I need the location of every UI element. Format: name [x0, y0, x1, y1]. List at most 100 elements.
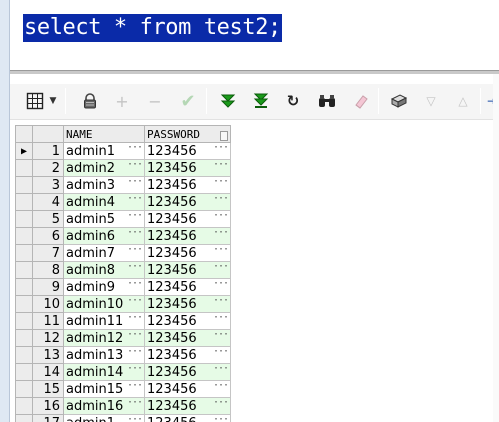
cell-name[interactable]: admin3 ···: [63, 176, 145, 194]
cell-ellipsis-button[interactable]: ···: [213, 280, 229, 293]
sql-editor[interactable]: select * from test2;: [0, 0, 499, 72]
row-indicator[interactable]: [15, 312, 33, 330]
cell-ellipsis-button[interactable]: ···: [127, 297, 143, 310]
cell-ellipsis-button[interactable]: ···: [213, 246, 229, 259]
cell-password[interactable]: 123456 ···: [144, 244, 231, 262]
cell-ellipsis-button[interactable]: ···: [127, 263, 143, 276]
cell-ellipsis-button[interactable]: ···: [213, 161, 229, 174]
cell-password[interactable]: 123456 ···: [144, 159, 231, 177]
row-indicator[interactable]: [15, 380, 33, 398]
table-row[interactable]: 15 admin15 ··· 123456 ···: [15, 380, 231, 398]
row-indicator[interactable]: ▶: [15, 142, 33, 160]
column-resize-handle[interactable]: [220, 130, 228, 141]
cell-ellipsis-button[interactable]: ···: [127, 212, 143, 225]
table-row[interactable]: 6 admin6 ··· 123456 ···: [15, 227, 231, 245]
cell-password[interactable]: 123456 ···: [144, 278, 231, 296]
cell-password[interactable]: 123456 ···: [144, 142, 231, 160]
cell-ellipsis-button[interactable]: ···: [213, 195, 229, 208]
cell-ellipsis-button[interactable]: ···: [213, 144, 229, 157]
cell-name[interactable]: admin10 ···: [63, 295, 145, 313]
cell-name[interactable]: admin5 ···: [63, 210, 145, 228]
cell-ellipsis-button[interactable]: ···: [127, 365, 143, 378]
row-indicator[interactable]: [15, 176, 33, 194]
cell-ellipsis-button[interactable]: ···: [213, 297, 229, 310]
cell-ellipsis-button[interactable]: ···: [127, 331, 143, 344]
cell-ellipsis-button[interactable]: ···: [127, 161, 143, 174]
cell-ellipsis-button[interactable]: ···: [213, 416, 229, 422]
grid-corner-cell[interactable]: [15, 125, 33, 143]
cell-ellipsis-button[interactable]: ···: [127, 280, 143, 293]
table-row[interactable]: 16 admin16 ··· 123456 ···: [15, 397, 231, 415]
cell-password[interactable]: 123456 ···: [144, 346, 231, 364]
cell-password[interactable]: 123456 ···: [144, 295, 231, 313]
fetch-all-icon[interactable]: [250, 90, 272, 112]
plus-icon[interactable]: +: [111, 90, 133, 112]
table-row[interactable]: 12 admin12 ··· 123456 ···: [15, 329, 231, 347]
cell-ellipsis-button[interactable]: ···: [213, 212, 229, 225]
cell-name[interactable]: admin7 ···: [63, 244, 145, 262]
cell-ellipsis-button[interactable]: ···: [127, 399, 143, 412]
cell-ellipsis-button[interactable]: ···: [213, 365, 229, 378]
cell-ellipsis-button[interactable]: ···: [213, 382, 229, 395]
cell-ellipsis-button[interactable]: ···: [127, 416, 143, 422]
cell-ellipsis-button[interactable]: ···: [127, 229, 143, 242]
row-indicator[interactable]: [15, 414, 33, 422]
cell-password[interactable]: 123456 ···: [144, 329, 231, 347]
cell-name[interactable]: admin15 ···: [63, 380, 145, 398]
cell-name[interactable]: admin1 ···: [63, 414, 145, 422]
cell-ellipsis-button[interactable]: ···: [127, 246, 143, 259]
cell-ellipsis-button[interactable]: ···: [127, 382, 143, 395]
cell-password[interactable]: 123456 ···: [144, 312, 231, 330]
cell-name[interactable]: admin14 ···: [63, 363, 145, 381]
column-header-name[interactable]: NAME: [63, 125, 145, 143]
cell-password[interactable]: 123456 ···: [144, 176, 231, 194]
eraser-icon[interactable]: [350, 90, 372, 112]
cell-password[interactable]: 123456 ···: [144, 363, 231, 381]
row-indicator[interactable]: [15, 278, 33, 296]
cell-ellipsis-button[interactable]: ···: [213, 348, 229, 361]
cell-ellipsis-button[interactable]: ···: [213, 229, 229, 242]
table-row[interactable]: 3 admin3 ··· 123456 ···: [15, 176, 231, 194]
row-indicator[interactable]: [15, 363, 33, 381]
table-row[interactable]: 10 admin10 ··· 123456 ···: [15, 295, 231, 313]
row-indicator[interactable]: [15, 397, 33, 415]
check-icon[interactable]: ✔: [177, 90, 199, 112]
table-row[interactable]: 17admin1 ··· 123456 ···: [15, 414, 231, 422]
row-indicator[interactable]: [15, 193, 33, 211]
grid-scrollbar[interactable]: [493, 74, 499, 422]
cell-name[interactable]: admin8 ···: [63, 261, 145, 279]
row-indicator[interactable]: [15, 244, 33, 262]
row-indicator[interactable]: [15, 346, 33, 364]
row-indicator[interactable]: [15, 295, 33, 313]
cell-ellipsis-button[interactable]: ···: [127, 314, 143, 327]
cell-ellipsis-button[interactable]: ···: [127, 178, 143, 191]
cell-password[interactable]: 123456 ···: [144, 193, 231, 211]
lock-icon[interactable]: [79, 90, 101, 112]
arrow-down-icon[interactable]: ▽: [420, 90, 442, 112]
cell-ellipsis-button[interactable]: ···: [127, 144, 143, 157]
table-row[interactable]: 8 admin8 ··· 123456 ···: [15, 261, 231, 279]
cell-ellipsis-button[interactable]: ···: [213, 399, 229, 412]
cell-name[interactable]: admin1 ···: [63, 142, 145, 160]
cell-name[interactable]: admin12 ···: [63, 329, 145, 347]
table-row[interactable]: 13 admin13 ··· 123456 ···: [15, 346, 231, 364]
cell-password[interactable]: 123456 ···: [144, 397, 231, 415]
table-row[interactable]: 11 admin11 ··· 123456 ···: [15, 312, 231, 330]
sql-query-text[interactable]: select * from test2;: [23, 14, 282, 42]
minus-icon[interactable]: −: [144, 90, 166, 112]
table-row[interactable]: 14 admin14 ··· 123456 ···: [15, 363, 231, 381]
dropdown-arrow-icon[interactable]: ▼: [47, 90, 59, 112]
table-row[interactable]: 7 admin7 ··· 123456 ···: [15, 244, 231, 262]
cell-ellipsis-button[interactable]: ···: [213, 331, 229, 344]
cell-name[interactable]: admin9 ···: [63, 278, 145, 296]
table-row[interactable]: ▶ 1 admin1 ··· 123456 ···: [15, 142, 231, 160]
binoculars-icon[interactable]: [316, 90, 338, 112]
cell-name[interactable]: admin4 ···: [63, 193, 145, 211]
column-header-password[interactable]: PASSWORD: [144, 125, 231, 143]
cell-name[interactable]: admin2 ···: [63, 159, 145, 177]
cell-name[interactable]: admin16 ···: [63, 397, 145, 415]
table-row[interactable]: 2 admin2 ··· 123456 ···: [15, 159, 231, 177]
cell-ellipsis-button[interactable]: ···: [213, 263, 229, 276]
grid-icon[interactable]: [24, 90, 46, 112]
cell-ellipsis-button[interactable]: ···: [213, 178, 229, 191]
